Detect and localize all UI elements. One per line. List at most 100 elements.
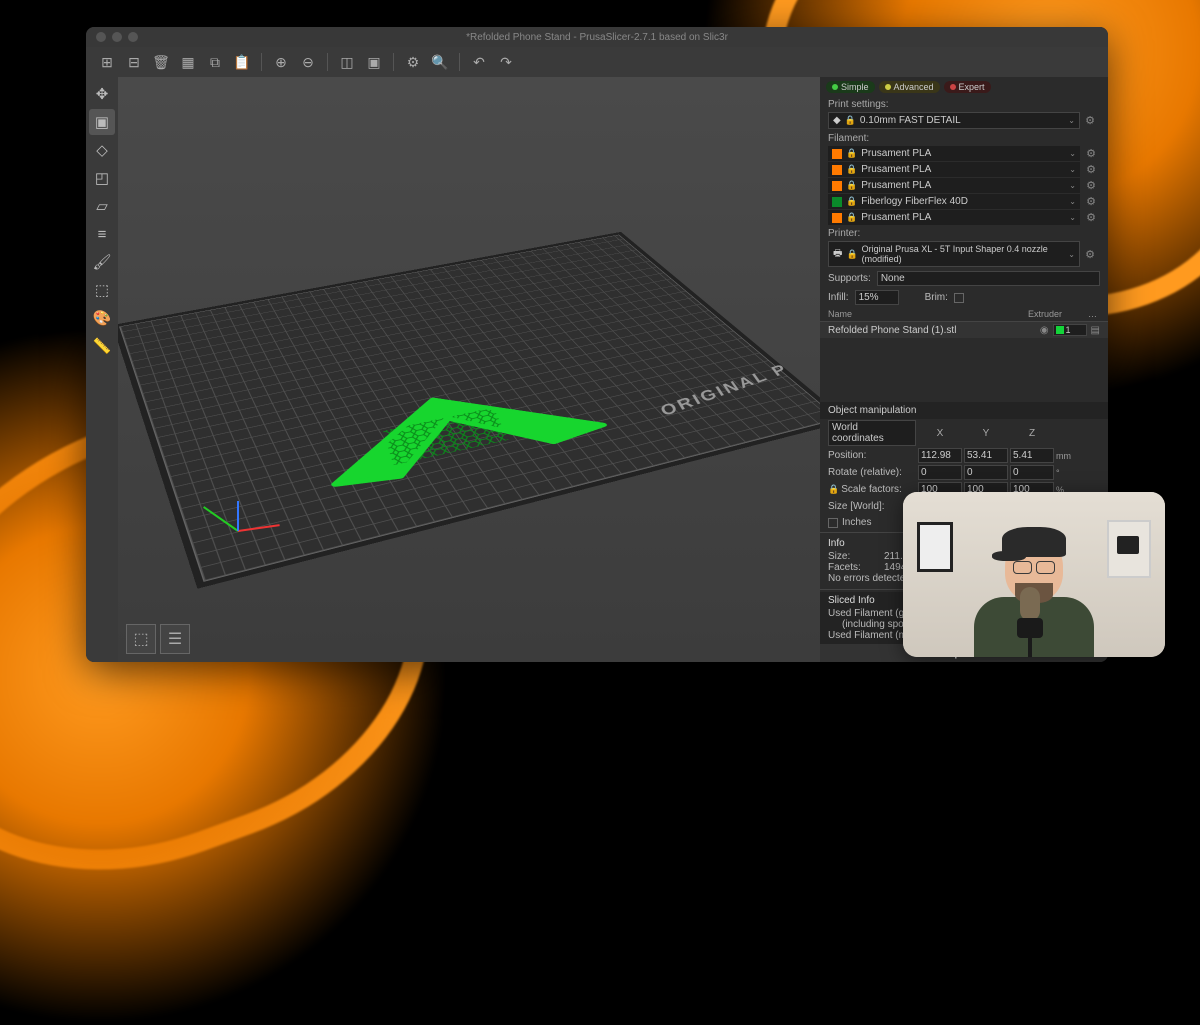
filament-combo[interactable]: 🔒 Prusament PLA ⌄ ⚙ [828,146,1080,161]
mode-expert-label: Expert [959,82,985,92]
coord-mode-select[interactable]: World coordinates [828,420,916,446]
lock-icon: 🔒 [846,180,857,191]
gear-icon[interactable]: ⚙ [1086,163,1096,176]
rotate-z-input[interactable] [1010,465,1054,480]
undo-icon[interactable]: ↶ [468,51,490,73]
lock-icon[interactable]: 🔒 [828,484,839,494]
extruder-select[interactable]: 1 [1053,324,1087,336]
chevron-down-icon: ⌄ [1069,197,1076,206]
measure-tool-icon[interactable]: 📏 [89,333,115,359]
axis-z-label: Z [1010,428,1054,439]
webcam-overlay [903,492,1165,657]
split-objects-icon[interactable]: ◫ [336,51,358,73]
object-table-header: Name Extruder … [820,307,1108,322]
lock-icon: 🔒 [846,196,857,207]
print-settings-label: Print settings: [820,97,1108,112]
mmu-paint-tool-icon[interactable]: 🎨 [89,305,115,331]
view-3d-editor-button[interactable]: ⬚ [126,624,156,654]
mode-expert-button[interactable]: Expert [944,81,991,93]
filament-color-swatch[interactable] [832,181,842,191]
cut-tool-icon[interactable]: ≡ [89,221,115,247]
position-z-input[interactable] [1010,448,1054,463]
variable-layer-icon[interactable]: ⚙ [402,51,424,73]
remove-icon[interactable]: ⊟ [123,51,145,73]
paint-supports-tool-icon[interactable]: 🖌 [89,249,115,275]
info-facets-label: Facets: [828,562,878,573]
window-close-button[interactable] [96,32,106,42]
seam-tool-icon[interactable]: ⬚ [89,277,115,303]
filament-color-swatch[interactable] [832,165,842,175]
rotate-tool-icon[interactable]: ◇ [89,137,115,163]
object-name: Refolded Phone Stand (1).stl [828,325,1036,336]
edit-icon[interactable]: ▤ [1091,325,1100,336]
filament-name: Fiberlogy FiberFlex 40D [861,196,968,207]
lock-icon: 🔒 [845,115,856,126]
filament-name: Prusament PLA [861,212,931,223]
rotate-x-input[interactable] [918,465,962,480]
inches-checkbox[interactable] [828,518,838,528]
infill-label: Infill: [828,292,849,303]
inches-label: Inches [842,517,871,528]
search-icon[interactable]: 🔍 [429,51,451,73]
3d-viewport[interactable]: ORIGINAL P ⬚ ☰ [118,77,820,662]
position-x-input[interactable] [918,448,962,463]
position-label: Position: [828,450,916,461]
supports-select[interactable]: None [877,271,1100,286]
filament-combo[interactable]: 🔒 Fiberlogy FiberFlex 40D ⌄ ⚙ [828,194,1080,209]
gear-icon[interactable]: ⚙ [1085,248,1095,261]
gear-icon[interactable]: ⚙ [1086,211,1096,224]
arrange-icon[interactable]: ▦ [177,51,199,73]
window-zoom-button[interactable] [128,32,138,42]
arrow-tool-icon[interactable]: ▣ [89,109,115,135]
mode-advanced-button[interactable]: Advanced [879,81,940,93]
print-settings-combo[interactable]: ◆ 🔒 0.10mm FAST DETAIL ⌄ ⚙ [828,112,1080,129]
mode-advanced-label: Advanced [894,82,934,92]
infill-select[interactable]: 15% [855,290,899,305]
instance-add-icon[interactable]: ⊕ [270,51,292,73]
titlebar: *Refolded Phone Stand - PrusaSlicer-2.7.… [86,27,1108,47]
filament-combo[interactable]: 🔒 Prusament PLA ⌄ ⚙ [828,162,1080,177]
gear-icon[interactable]: ⚙ [1086,195,1096,208]
filament-combo[interactable]: 🔒 Prusament PLA ⌄ ⚙ [828,210,1080,225]
filament-label: Filament: [820,131,1108,146]
filament-name: Prusament PLA [861,180,931,191]
top-toolbar: ⊞ ⊟ 🗑 ▦ ⧉ 📋 ⊕ ⊖ ◫ ▣ ⚙ 🔍 ↶ ↷ [86,47,1108,77]
rotate-y-input[interactable] [964,465,1008,480]
split-parts-icon[interactable]: ▣ [363,51,385,73]
redo-icon[interactable]: ↷ [495,51,517,73]
view-preview-button[interactable]: ☰ [160,624,190,654]
gear-icon[interactable]: ⚙ [1085,114,1095,127]
lock-icon: 🔒 [846,212,857,223]
bed-brand-text: ORIGINAL P [657,360,792,419]
delete-all-icon[interactable]: 🗑 [150,51,172,73]
mode-simple-button[interactable]: Simple [826,81,875,93]
paste-icon[interactable]: 📋 [231,51,253,73]
filament-name: Prusament PLA [861,148,931,159]
filament-color-swatch[interactable] [832,149,842,159]
rotate-label: Rotate (relative): [828,467,916,478]
mode-simple-label: Simple [841,82,869,92]
position-y-input[interactable] [964,448,1008,463]
copy-icon[interactable]: ⧉ [204,51,226,73]
instance-remove-icon[interactable]: ⊖ [297,51,319,73]
printer-combo[interactable]: 🖶 🔒 Original Prusa XL - 5T Input Shaper … [828,241,1080,267]
filament-color-swatch[interactable] [832,213,842,223]
scale-tool-icon[interactable]: ◰ [89,165,115,191]
chevron-down-icon: ⌄ [1069,213,1076,222]
filament-color-swatch[interactable] [832,197,842,207]
filament-combo[interactable]: 🔒 Prusament PLA ⌄ ⚙ [828,178,1080,193]
eye-icon[interactable]: ◉ [1040,325,1049,336]
window-minimize-button[interactable] [112,32,122,42]
add-icon[interactable]: ⊞ [96,51,118,73]
printer-label: Printer: [820,226,1108,241]
system-preset-icon: ◆ [833,115,841,126]
place-face-tool-icon[interactable]: ▱ [89,193,115,219]
brim-checkbox[interactable] [954,293,964,303]
printer-value: Original Prusa XL - 5T Input Shaper 0.4 … [862,244,1065,264]
chevron-down-icon: ⌄ [1069,149,1076,158]
gear-icon[interactable]: ⚙ [1086,147,1096,160]
object-row[interactable]: Refolded Phone Stand (1).stl ◉ 1 ▤ [820,322,1108,338]
gear-icon[interactable]: ⚙ [1086,179,1096,192]
chevron-down-icon: ⌄ [1068,116,1075,125]
move-tool-icon[interactable]: ✥ [89,81,115,107]
